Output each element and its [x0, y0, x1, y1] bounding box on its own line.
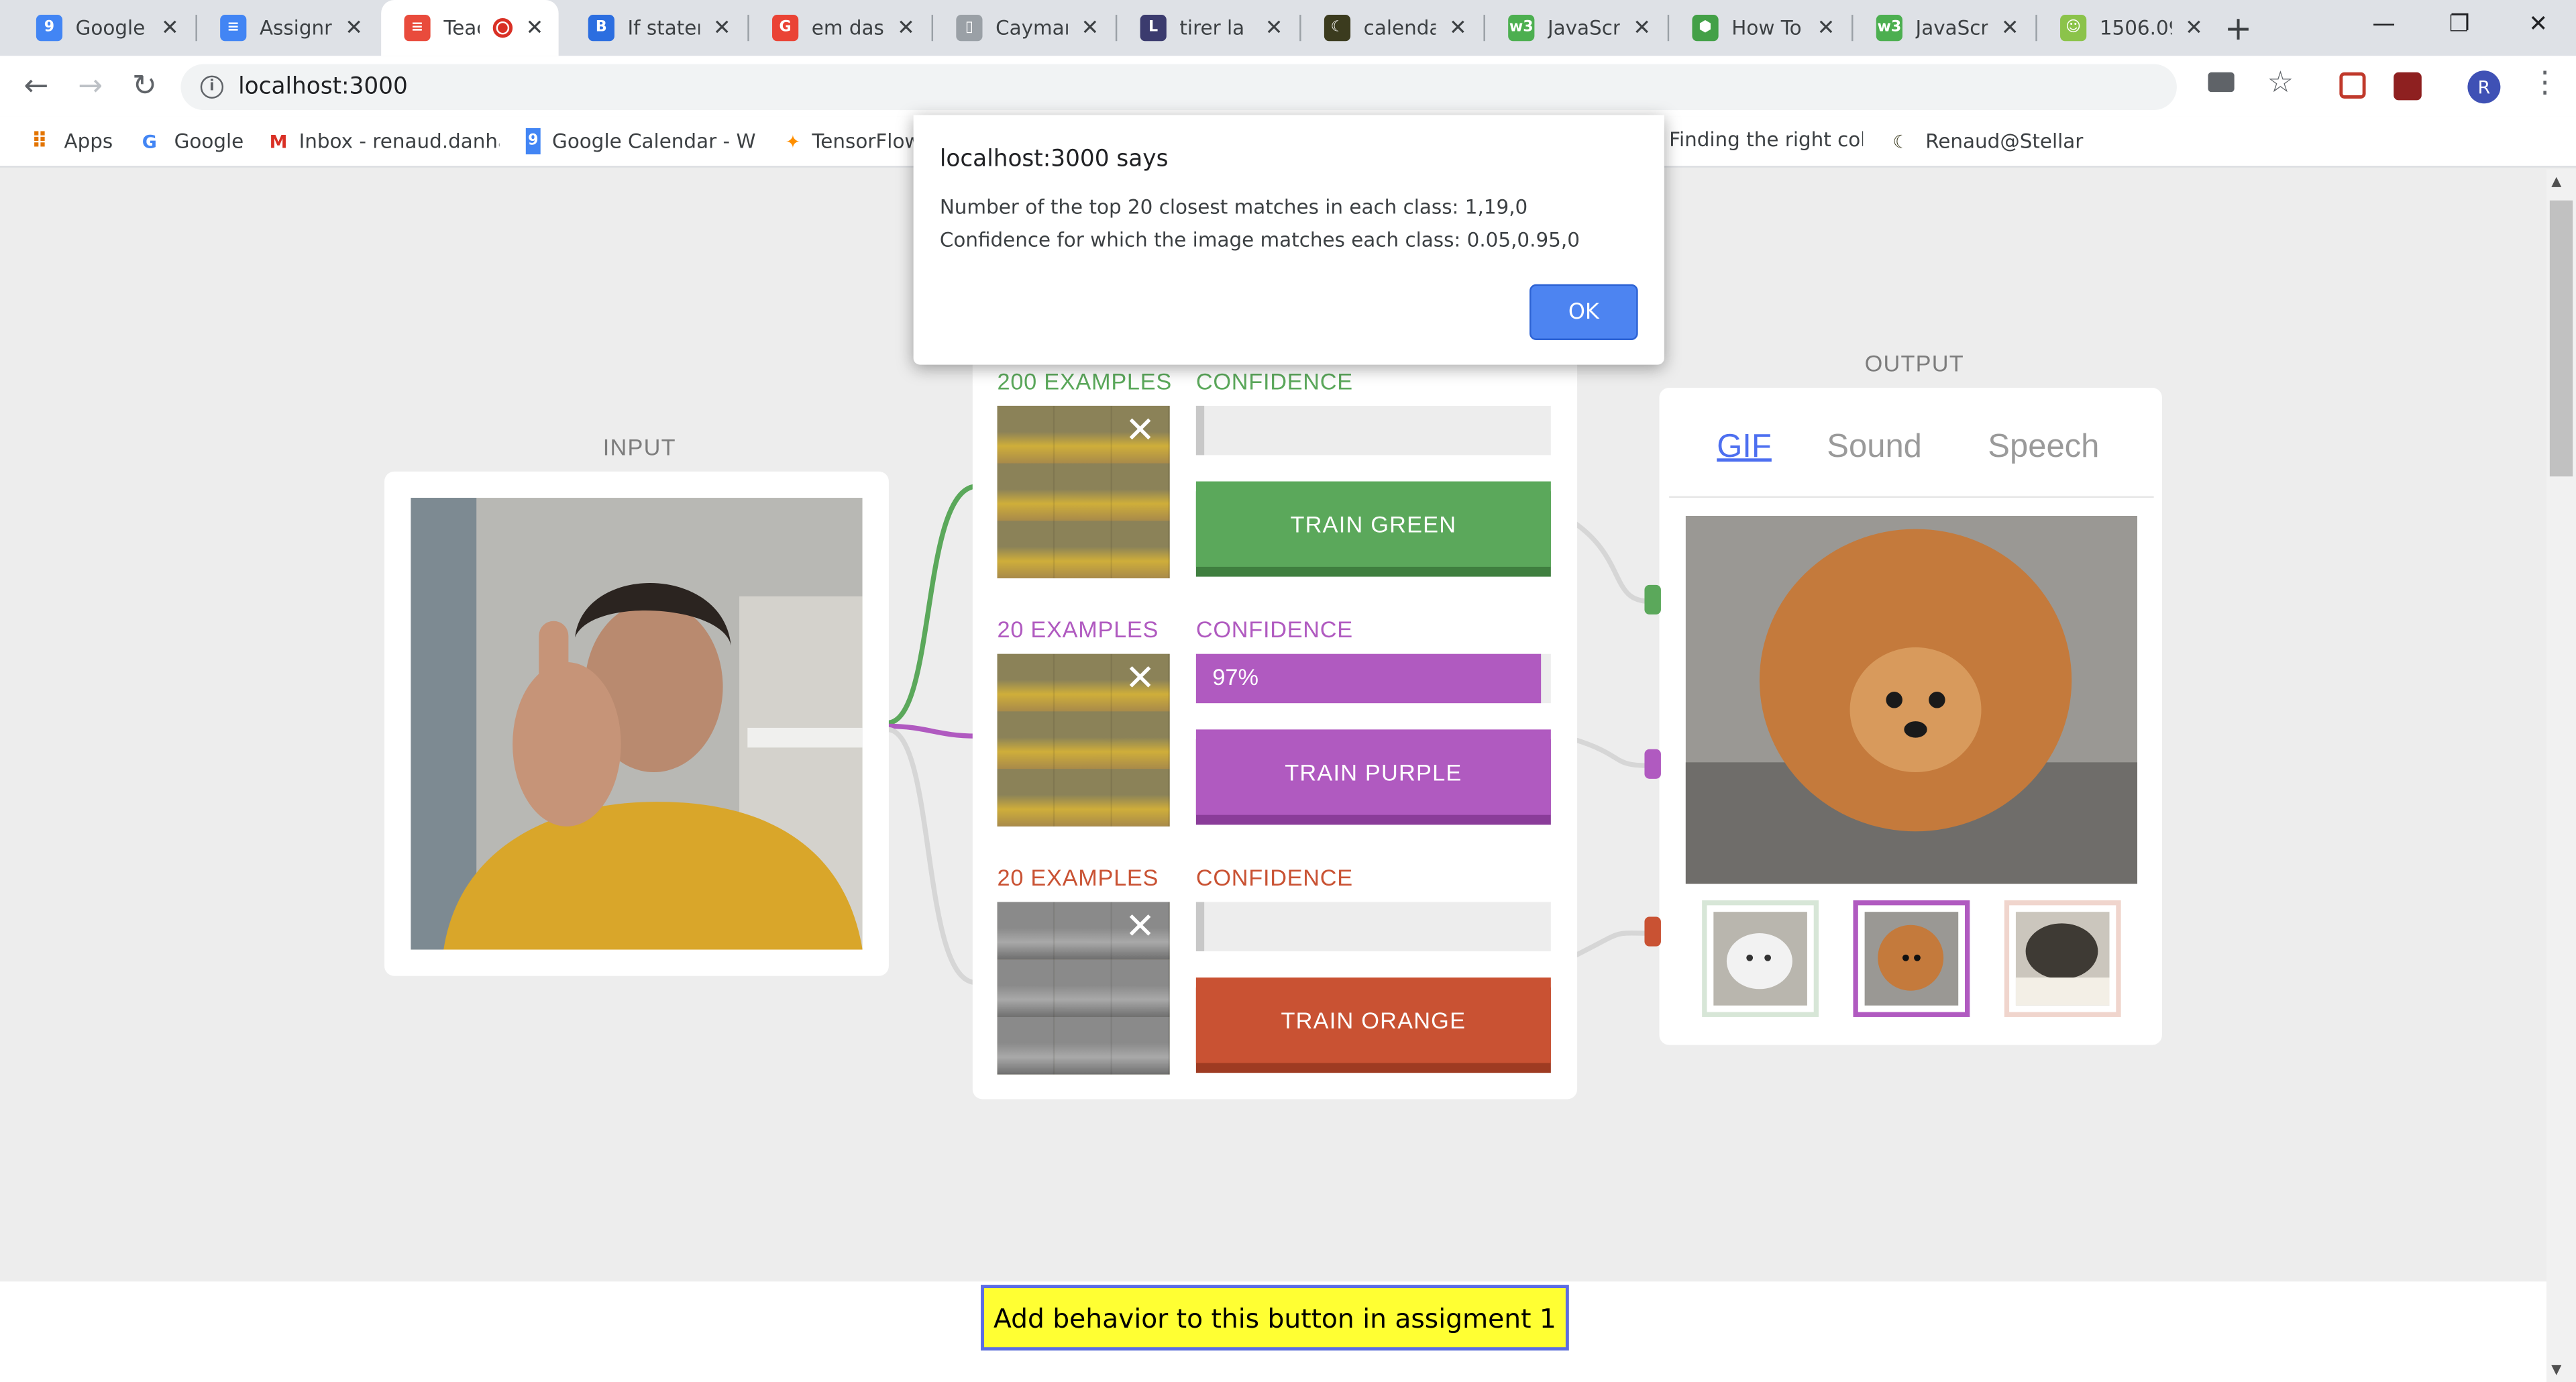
gif-thumb-orange[interactable]: [2004, 900, 2121, 1017]
green-connector: [1644, 584, 1661, 615]
confidence-percent: 97%: [1212, 663, 1259, 690]
confidence-label-2: CONFIDENCE: [1195, 864, 1353, 891]
output-label: OUTPUT: [1864, 350, 1964, 376]
tab-gif[interactable]: GIF: [1717, 429, 1772, 466]
train-button-2[interactable]: TRAIN ORANGE: [1195, 977, 1551, 1063]
confidence-bar-1: 97%: [1195, 653, 1551, 704]
ok-button[interactable]: OK: [1529, 284, 1638, 340]
purple-connector: [1644, 749, 1661, 779]
confidence-bar-0: [1195, 405, 1551, 456]
confidence-label-0: CONFIDENCE: [1195, 368, 1353, 394]
clear-examples-icon[interactable]: ✕: [1122, 910, 1159, 947]
assignment-button[interactable]: Add behavior to this button in assigment…: [981, 1285, 1569, 1351]
clear-examples-icon[interactable]: ✕: [1122, 413, 1159, 450]
confidence-bar-2: [1195, 902, 1551, 951]
train-button-1[interactable]: TRAIN PURPLE: [1195, 729, 1551, 815]
gif-thumb-green[interactable]: [1702, 900, 1819, 1017]
scroll-down-icon[interactable]: ▼: [2551, 1362, 2561, 1377]
scroll-up-icon[interactable]: ▲: [2551, 174, 2561, 189]
examples-count-1: 20 EXAMPLES: [997, 616, 1159, 643]
tab-sound[interactable]: Sound: [1827, 429, 1922, 466]
confidence-fill: [1195, 902, 1205, 951]
alert-dialog: localhost:3000 says Number of the top 20…: [913, 115, 1664, 365]
scrollbar-thumb[interactable]: [2549, 200, 2573, 477]
confidence-fill: [1195, 405, 1205, 456]
webcam-person-image: [411, 498, 863, 950]
confidence-label-1: CONFIDENCE: [1195, 616, 1353, 643]
input-card: [384, 471, 889, 976]
tab-divider: [1669, 496, 2154, 498]
train-button-0[interactable]: TRAIN GREEN: [1195, 481, 1551, 567]
tab-speech[interactable]: Speech: [1988, 429, 2099, 466]
dialog-message-line-2: Confidence for which the image matches e…: [939, 228, 1580, 252]
orange-connector: [1644, 916, 1661, 947]
examples-count-2: 20 EXAMPLES: [997, 864, 1159, 891]
gif-thumb-purple[interactable]: [1853, 900, 1970, 1017]
output-gif-image: [1685, 515, 2138, 884]
dialog-message-line-1: Number of the top 20 closest matches in …: [939, 195, 1528, 219]
input-label: INPUT: [602, 433, 676, 460]
clear-examples-icon[interactable]: ✕: [1122, 661, 1159, 698]
webcam-feed: [411, 498, 863, 950]
examples-count-0: 200 EXAMPLES: [997, 368, 1172, 394]
dialog-title: localhost:3000 says: [939, 146, 1169, 173]
